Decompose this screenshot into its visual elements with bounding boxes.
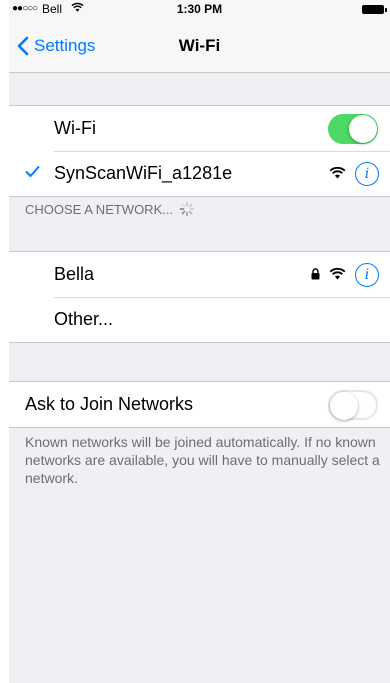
clock: 1:30 PM [176, 2, 223, 16]
status-bar: ●●○○○ Bell 1:30 PM [9, 0, 390, 20]
checkmark-icon [25, 166, 40, 177]
ask-join-group: Ask to Join Networks [9, 381, 390, 428]
wifi-toggle-row: Wi-Fi [9, 106, 390, 151]
info-icon[interactable]: i [355, 263, 379, 287]
network-row-bella[interactable]: Bella i [9, 252, 390, 297]
page-title: Wi-Fi [178, 36, 221, 55]
info-icon[interactable]: i [355, 162, 379, 186]
network-name: Bella [54, 264, 95, 284]
section-header: CHOOSE A NETWORK... [25, 201, 195, 217]
ask-join-toggle[interactable] [328, 390, 378, 420]
loading-spinner-icon [179, 201, 195, 217]
wifi-label: Wi-Fi [54, 118, 96, 138]
connected-network-name: SynScanWiFi_a1281e [54, 163, 233, 183]
connected-network-row[interactable]: SynScanWiFi_a1281e i [9, 151, 390, 196]
network-row-other[interactable]: Other... [9, 297, 390, 342]
lock-icon [311, 267, 320, 285]
choose-network-header: CHOOSE A NETWORK... [25, 201, 174, 217]
battery-full-icon [362, 5, 387, 14]
ask-join-row: Ask to Join Networks [9, 382, 390, 427]
device-frame [0, 0, 9, 683]
ask-join-footer-text: Known networks will be joined automatica… [25, 434, 380, 486]
networks-group: Bella i Other... [9, 251, 390, 343]
wifi-toggle[interactable] [328, 114, 378, 144]
navigation-bar: Settings Wi-Fi [9, 20, 390, 72]
toggle-knob [349, 115, 377, 143]
wifi-settings-screen: ●●○○○ Bell 1:30 PM Settings Wi-Fi Wi-Fi … [9, 0, 390, 683]
other-network-label: Other... [54, 309, 114, 329]
wifi-signal-icon [329, 267, 346, 286]
toggle-knob [330, 392, 358, 420]
top-bar: ●●○○○ Bell 1:30 PM Settings Wi-Fi [9, 0, 390, 73]
ask-join-label: Ask to Join Networks [25, 394, 194, 414]
wifi-signal-icon [329, 166, 346, 185]
wifi-group: Wi-Fi SynScanWiFi_a1281e i [9, 105, 390, 197]
